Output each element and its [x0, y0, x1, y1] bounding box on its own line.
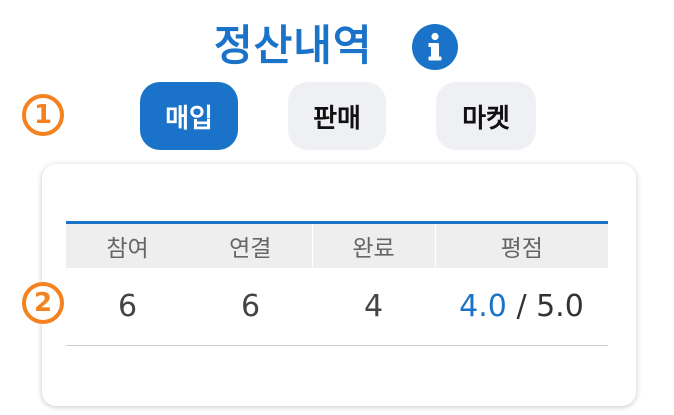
- step-badge-2: 2: [22, 282, 64, 324]
- page-title: 정산내역: [214, 21, 373, 70]
- stats-header-row: 참여 연결 완료 평점: [66, 222, 608, 268]
- connection-value: 6: [189, 267, 312, 346]
- tab-bar: 매입 판매 마켓: [0, 82, 674, 150]
- header-participation: 참여: [106, 235, 149, 262]
- rating-max: 5.0: [536, 288, 584, 324]
- stats-table: 참여 연결 완료 평점 6 6 4 4.0 / 5.0: [66, 221, 608, 346]
- rating-value: 4.0: [459, 288, 507, 324]
- tab-market[interactable]: 마켓: [436, 82, 536, 150]
- step-badge-2-label: 2: [33, 288, 53, 318]
- header-connection: 연결: [229, 235, 272, 262]
- rating-separator: /: [516, 288, 527, 324]
- completion-value: 4: [312, 267, 435, 346]
- tab-buy[interactable]: 매입: [140, 82, 238, 150]
- stats-value-row: 6 6 4 4.0 / 5.0: [66, 267, 608, 346]
- header-rating: 평점: [434, 222, 608, 268]
- title-row: 정산내역: [0, 16, 674, 76]
- tab-sell[interactable]: 판매: [288, 82, 386, 150]
- header-completion: 완료: [311, 222, 435, 268]
- participation-value: 6: [66, 267, 189, 346]
- settlement-card: 참여 연결 완료 평점 6 6 4 4.0 / 5.0: [42, 164, 636, 406]
- rating-cell: 4.0 / 5.0: [435, 267, 608, 346]
- info-icon[interactable]: [412, 24, 458, 70]
